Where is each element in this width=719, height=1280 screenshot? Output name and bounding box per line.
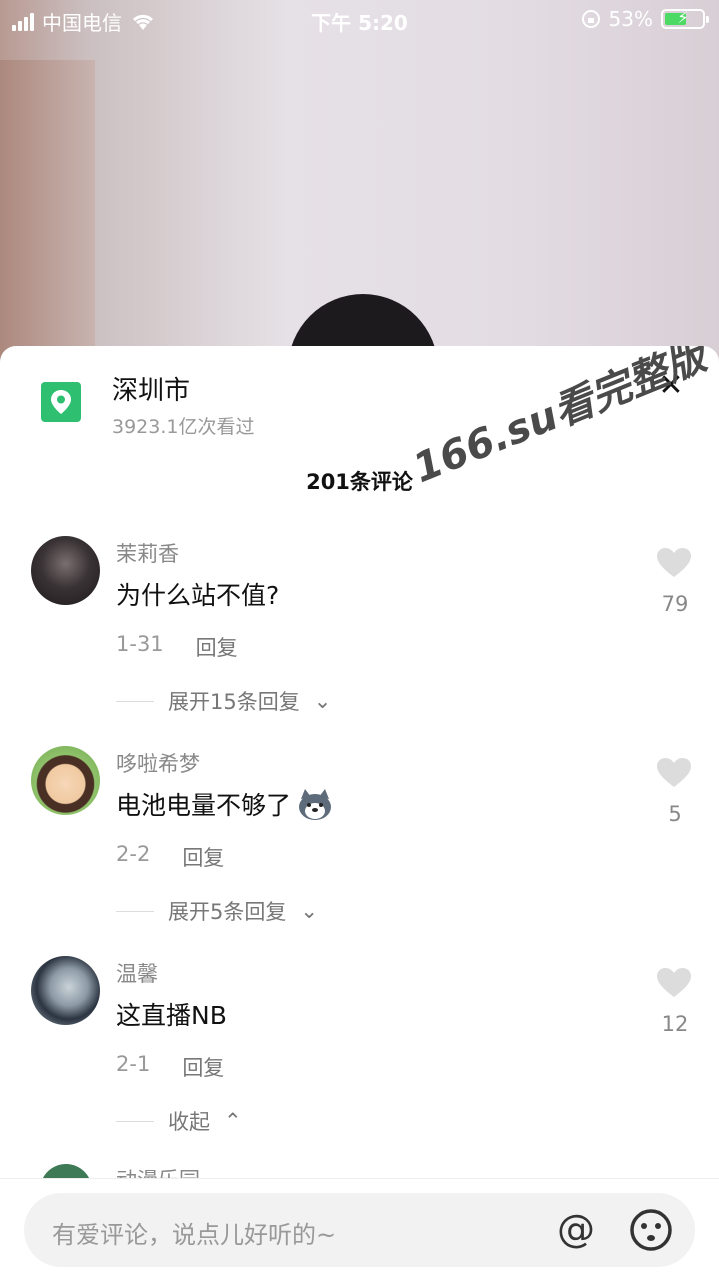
like-count: 12 bbox=[661, 1012, 689, 1036]
avatar[interactable] bbox=[31, 746, 100, 815]
chevron-down-icon: ⌄ bbox=[300, 899, 318, 923]
chevron-up-icon: ⌃ bbox=[224, 1109, 242, 1133]
collapse-replies-button[interactable]: 收起 ⌃ bbox=[116, 1106, 242, 1136]
like-count: 79 bbox=[661, 592, 689, 616]
divider-line bbox=[116, 1120, 154, 1122]
husky-emoji-icon bbox=[299, 789, 332, 820]
rotation-lock-icon bbox=[581, 10, 600, 28]
like-heart-icon[interactable] bbox=[657, 548, 691, 582]
expand-replies-button[interactable]: 展开5条回复 ⌄ bbox=[116, 896, 318, 926]
battery-percent: 53% bbox=[608, 7, 653, 31]
reply-button[interactable]: 回复 bbox=[182, 842, 224, 872]
avatar[interactable] bbox=[31, 536, 100, 605]
like-heart-icon[interactable] bbox=[657, 758, 691, 792]
comment-text: 这直播NB bbox=[116, 1001, 227, 1030]
comment-input[interactable]: 有爱评论，说点儿好听的~ @ bbox=[24, 1193, 695, 1267]
comment-input-placeholder: 有爱评论，说点儿好听的~ bbox=[52, 1221, 337, 1249]
comment-text: 电池电量不够了 bbox=[116, 786, 333, 822]
expand-replies-button[interactable]: 展开15条回复 ⌄ bbox=[116, 686, 331, 716]
status-bar: 中国电信 下午 5:20 53% ⚡ bbox=[0, 0, 719, 40]
location-title[interactable]: 深圳市 bbox=[112, 370, 190, 407]
live-video-background[interactable] bbox=[0, 0, 719, 414]
divider-line bbox=[116, 700, 154, 702]
video-wall-edge bbox=[0, 60, 95, 360]
like-heart-icon[interactable] bbox=[657, 968, 691, 1002]
emoji-icon[interactable] bbox=[629, 1208, 673, 1252]
location-views: 3923.1亿次看过 bbox=[112, 416, 255, 438]
battery-icon: ⚡ bbox=[661, 8, 709, 29]
comment-text: 为什么站不值? bbox=[116, 581, 280, 610]
reply-button[interactable]: 回复 bbox=[182, 1052, 224, 1082]
comment-date: 2-1 bbox=[116, 1052, 151, 1076]
reply-button[interactable]: 回复 bbox=[196, 632, 238, 662]
comment-meta: 1-31 回复 bbox=[116, 632, 238, 662]
comment-meta: 2-1 回复 bbox=[116, 1052, 224, 1082]
comment-date: 2-2 bbox=[116, 842, 151, 866]
comments-count: 201条评论 bbox=[306, 470, 413, 494]
comment-username[interactable]: 动漫乐园 bbox=[116, 1164, 200, 1178]
location-pin-icon bbox=[41, 382, 81, 422]
comment-username[interactable]: 温馨 bbox=[116, 958, 158, 988]
comment-username[interactable]: 茉莉香 bbox=[116, 538, 179, 568]
at-mention-icon[interactable]: @ bbox=[557, 1207, 595, 1251]
comment-input-bar: 有爱评论，说点儿好听的~ @ bbox=[0, 1178, 719, 1280]
comment-meta: 2-2 回复 bbox=[116, 842, 224, 872]
comment-date: 1-31 bbox=[116, 632, 164, 656]
chevron-down-icon: ⌄ bbox=[313, 689, 332, 713]
divider-line bbox=[116, 910, 154, 912]
comments-sheet: 深圳市 3923.1亿次看过 ✕ 166.su看完整版 201条评论 茉莉香 为… bbox=[0, 346, 719, 1280]
avatar[interactable] bbox=[31, 956, 100, 1025]
comment-username[interactable]: 哆啦希梦 bbox=[116, 748, 200, 778]
like-count: 5 bbox=[668, 802, 682, 826]
